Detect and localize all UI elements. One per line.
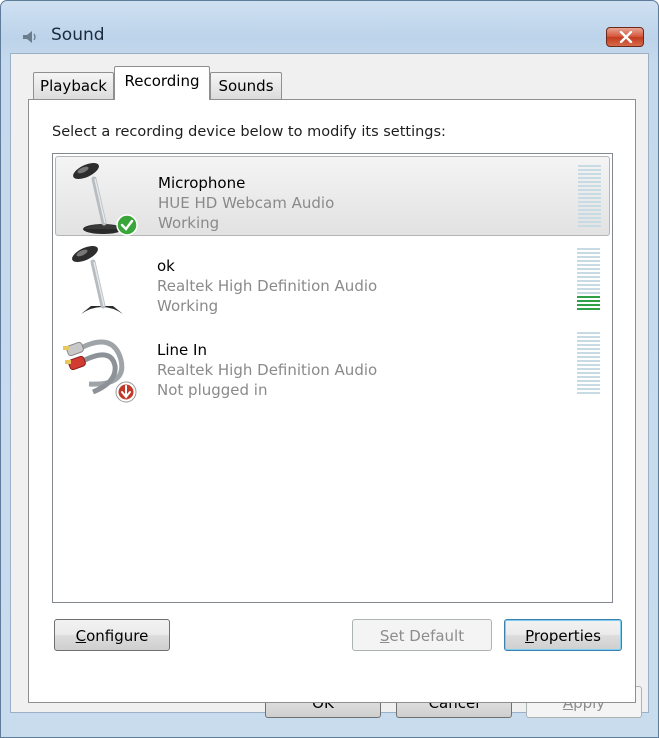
level-meter-segment [577, 304, 600, 306]
mnemonic: P [525, 627, 534, 645]
level-meter-segment [577, 360, 600, 362]
set-default-button[interactable]: Set Default [352, 619, 492, 651]
tab-recording[interactable]: Recording [114, 66, 210, 100]
device-description: HUE HD Webcam Audio [158, 194, 335, 212]
level-meter [577, 248, 600, 312]
level-meter-segment [578, 225, 601, 227]
device-item-microphone[interactable]: Microphone HUE HD Webcam Audio Working [55, 156, 610, 236]
default-check-icon [116, 214, 138, 236]
properties-button[interactable]: Properties [504, 619, 622, 651]
level-meter-segment [577, 384, 600, 386]
close-icon [619, 31, 633, 43]
device-status: Working [158, 214, 220, 232]
level-meter-segment [578, 185, 601, 187]
level-meter-segment [577, 252, 600, 254]
level-meter [577, 332, 600, 396]
device-name: Microphone [158, 174, 246, 192]
level-meter-segment [578, 201, 601, 203]
level-meter-segment [577, 368, 600, 370]
level-meter-segment [577, 272, 600, 274]
level-meter-segment [577, 256, 600, 258]
level-meter-segment [577, 372, 600, 374]
microphone-icon [72, 245, 123, 314]
level-meter-segment [577, 300, 600, 302]
level-meter-segment [578, 173, 601, 175]
level-meter-segment [578, 193, 601, 195]
level-meter-segment [577, 364, 600, 366]
device-item-ok[interactable]: ok Realtek High Definition Audio Working [55, 240, 610, 320]
tab-playback[interactable]: Playback [33, 72, 114, 99]
level-meter-segment [577, 392, 600, 394]
level-meter-segment [578, 197, 601, 199]
instruction-text: Select a recording device below to modif… [52, 124, 446, 140]
level-meter-segment [577, 268, 600, 270]
button-label: et Default [389, 627, 465, 645]
device-description: Realtek High Definition Audio [157, 361, 378, 379]
close-button[interactable] [606, 27, 644, 47]
button-label: roperties [533, 627, 601, 645]
level-meter-segment [577, 260, 600, 262]
level-meter-segment [578, 205, 601, 207]
level-meter-segment [578, 165, 601, 167]
level-meter-segment [577, 332, 600, 334]
device-item-line-in[interactable]: Line In Realtek High Definition Audio No… [55, 324, 610, 404]
mnemonic: S [379, 627, 390, 645]
level-meter-segment [577, 376, 600, 378]
level-meter-segment [577, 248, 600, 250]
level-meter-segment [578, 181, 601, 183]
level-meter-segment [577, 288, 600, 290]
level-meter-segment [577, 348, 600, 350]
level-meter-segment [578, 169, 601, 171]
level-meter-segment [577, 356, 600, 358]
level-meter-segment [578, 189, 601, 191]
device-status: Working [157, 297, 219, 315]
sound-dialog: Sound Playback Recording Sounds Select a… [0, 0, 659, 738]
level-meter-segment [577, 344, 600, 346]
tab-sounds[interactable]: Sounds [210, 72, 282, 99]
button-label: onfigure [86, 627, 149, 645]
tab-label: Recording [124, 72, 200, 90]
level-meter-segment [578, 209, 601, 211]
dialog-client-area: Playback Recording Sounds Select a recor… [10, 53, 649, 713]
level-meter-segment [578, 221, 601, 223]
window-title: Sound [51, 25, 105, 45]
device-status: Not plugged in [157, 381, 268, 399]
level-meter-segment [577, 340, 600, 342]
level-meter-segment [577, 284, 600, 286]
level-meter-segment [577, 264, 600, 266]
level-meter-segment [577, 380, 600, 382]
configure-button[interactable]: Configure [54, 619, 170, 651]
level-meter-segment [577, 276, 600, 278]
level-meter-segment [577, 388, 600, 390]
tab-label: Playback [40, 77, 107, 95]
level-meter-segment [578, 213, 601, 215]
title-bar[interactable]: Sound [1, 1, 658, 47]
recording-tab-panel: Select a recording device below to modif… [28, 99, 636, 703]
device-name: ok [157, 257, 175, 275]
tab-label: Sounds [218, 77, 274, 95]
level-meter-segment [577, 336, 600, 338]
level-meter-segment [577, 352, 600, 354]
level-meter-segment [578, 217, 601, 219]
device-name: Line In [157, 341, 207, 359]
level-meter-segment [578, 177, 601, 179]
device-description: Realtek High Definition Audio [157, 277, 378, 295]
level-meter-segment [577, 308, 600, 310]
speaker-icon [23, 31, 36, 43]
level-meter [578, 165, 601, 229]
level-meter-segment [577, 292, 600, 294]
level-meter-segment [577, 296, 600, 298]
recording-device-list[interactable]: Microphone HUE HD Webcam Audio Working o… [52, 153, 613, 603]
level-meter-segment [577, 280, 600, 282]
unplugged-arrow-icon [115, 381, 137, 403]
mnemonic: C [75, 627, 87, 645]
